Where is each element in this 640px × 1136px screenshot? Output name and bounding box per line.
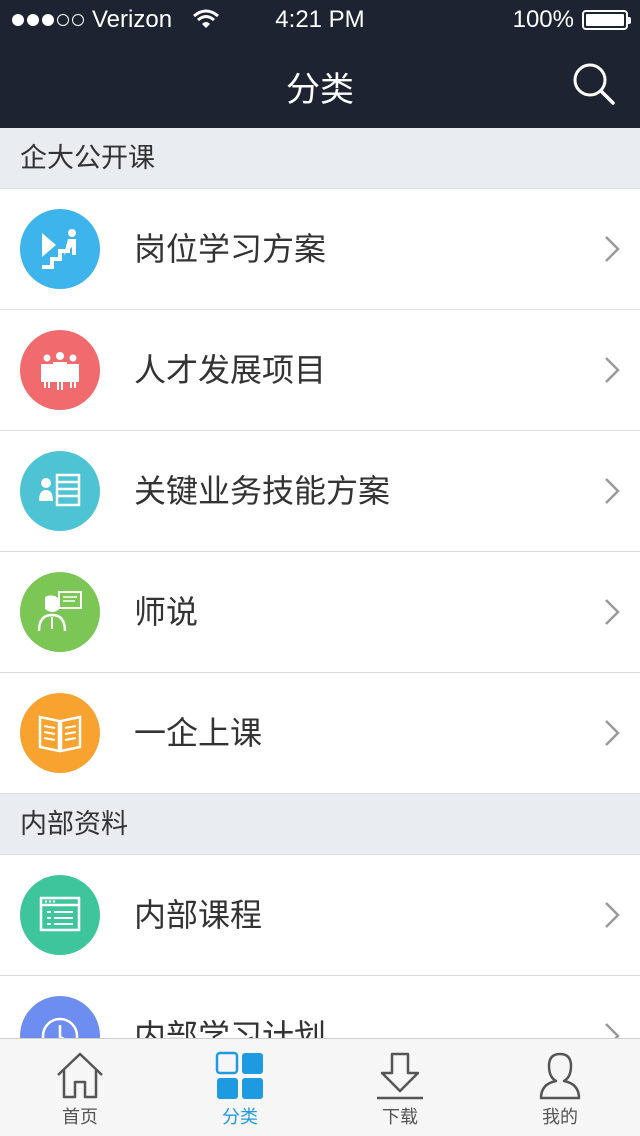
item-label: 关键业务技能方案 bbox=[134, 472, 391, 510]
page-title: 分类 bbox=[286, 70, 354, 110]
home-icon bbox=[57, 1052, 103, 1099]
chevron-right-icon bbox=[605, 478, 620, 504]
list-item[interactable]: 人才发展项目 bbox=[0, 310, 640, 431]
tab-download[interactable]: 下载 bbox=[320, 1039, 480, 1136]
item-label: 内部学习计划 bbox=[134, 1017, 327, 1038]
tab-label: 分类 bbox=[222, 1107, 258, 1128]
battery: 100% bbox=[512, 6, 631, 34]
item-label: 一企上课 bbox=[134, 714, 263, 752]
chevron-right-icon bbox=[605, 357, 620, 383]
tab-label: 我的 bbox=[542, 1107, 578, 1128]
team-icon bbox=[20, 330, 100, 410]
person-list-icon bbox=[20, 451, 100, 531]
chevron-right-icon bbox=[605, 720, 620, 746]
battery-icon bbox=[582, 10, 631, 30]
search-icon[interactable] bbox=[572, 62, 616, 106]
tab-label: 首页 bbox=[62, 1107, 98, 1128]
chevron-right-icon bbox=[605, 236, 620, 262]
list-item[interactable]: 关键业务技能方案 bbox=[0, 431, 640, 552]
tab-mine[interactable]: 我的 bbox=[480, 1039, 640, 1136]
tab-category[interactable]: 分类 bbox=[160, 1039, 320, 1136]
chevron-right-icon bbox=[605, 599, 620, 625]
tab-label: 下载 bbox=[382, 1107, 418, 1128]
tab-home[interactable]: 首页 bbox=[0, 1039, 160, 1136]
item-label: 人才发展项目 bbox=[134, 351, 327, 389]
tab-bar: 首页 分类 下载 我的 bbox=[0, 1038, 640, 1136]
item-label: 师说 bbox=[134, 593, 199, 631]
list-item[interactable]: 内部学习计划 bbox=[0, 976, 640, 1038]
status-bar: Verizon 4:21 PM 100% bbox=[0, 0, 640, 40]
item-label: 岗位学习方案 bbox=[134, 230, 327, 268]
teacher-icon bbox=[20, 572, 100, 652]
list-item[interactable]: 一企上课 bbox=[0, 673, 640, 794]
stairs-climb-icon bbox=[20, 209, 100, 289]
download-icon bbox=[377, 1052, 423, 1100]
section-header-public: 企大公开课 bbox=[0, 128, 640, 189]
person-icon bbox=[539, 1052, 581, 1100]
top-bar: Verizon 4:21 PM 100% 分类 bbox=[0, 0, 640, 128]
battery-percent: 100% bbox=[512, 6, 574, 33]
list-item[interactable]: 内部课程 bbox=[0, 855, 640, 976]
list-item[interactable]: 师说 bbox=[0, 552, 640, 673]
grid-icon bbox=[215, 1051, 263, 1099]
section-header-internal: 内部资料 bbox=[0, 794, 640, 855]
chevron-right-icon bbox=[605, 1023, 620, 1038]
item-label: 内部课程 bbox=[134, 896, 263, 934]
browser-list-icon bbox=[20, 875, 100, 955]
chevron-right-icon bbox=[605, 902, 620, 928]
list-item[interactable]: 岗位学习方案 bbox=[0, 189, 640, 310]
category-list: 企大公开课 岗位学习方案 人才发展项目 关键业务技能方案 师说 一企上课 内部资… bbox=[0, 128, 640, 1038]
book-icon bbox=[20, 693, 100, 773]
clock-icon bbox=[20, 996, 100, 1038]
